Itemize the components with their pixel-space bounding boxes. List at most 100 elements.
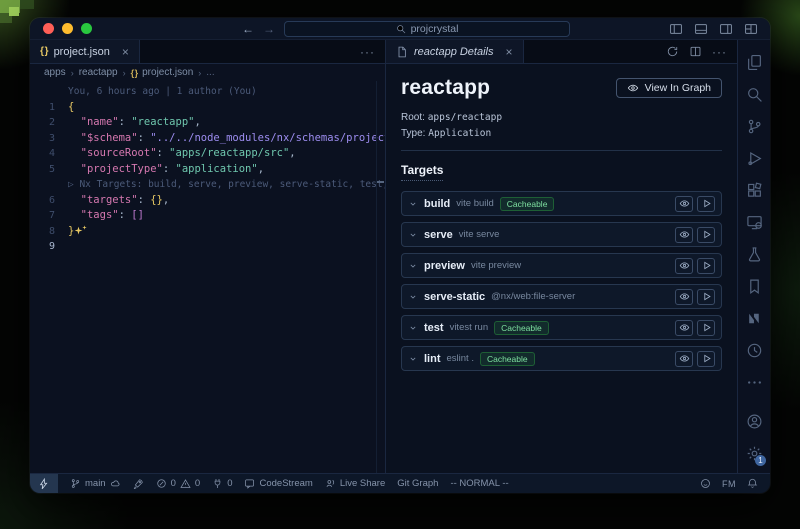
code-line: 9: [30, 239, 385, 255]
code-token: :: [163, 163, 176, 175]
target-card-preview[interactable]: previewvite preview: [401, 253, 722, 278]
more-icon[interactable]: [742, 366, 766, 398]
show-target-config-button[interactable]: [675, 258, 693, 274]
toggle-panel-icon[interactable]: [694, 22, 708, 36]
live-share-status[interactable]: Live Share: [325, 478, 385, 489]
history-icon[interactable]: [742, 334, 766, 366]
sparkle-icon: [74, 225, 87, 237]
bell-icon: [747, 478, 758, 489]
command-center-search[interactable]: projcrystal: [284, 21, 570, 37]
target-card-test[interactable]: testvitest runCacheable: [401, 315, 722, 340]
project-root-line: Root: apps/reactapp: [401, 110, 722, 126]
run-target-button[interactable]: [697, 351, 715, 367]
cacheable-badge: Cacheable: [500, 197, 555, 211]
target-command: @nx/web:file-server: [491, 291, 575, 302]
split-editor-icon[interactable]: [689, 45, 702, 58]
code-token: []: [131, 209, 144, 221]
code-token: "$schema": [81, 132, 138, 144]
remote-explorer-icon[interactable]: [742, 206, 766, 238]
nx-console-icon[interactable]: [742, 302, 766, 334]
codestream-status[interactable]: CodeStream: [244, 478, 312, 489]
close-tab-icon[interactable]: ×: [506, 46, 513, 58]
breadcrumb-item-project-json[interactable]: project.json: [142, 67, 193, 78]
cacheable-badge: Cacheable: [494, 321, 549, 335]
fm-status[interactable]: FM: [722, 479, 736, 489]
breadcrumb-item-reactapp[interactable]: reactapp: [79, 67, 118, 78]
refresh-icon[interactable]: [666, 45, 679, 58]
testing-icon[interactable]: [742, 238, 766, 270]
minimize-window-button[interactable]: [62, 23, 73, 34]
git-branch-status[interactable]: main: [70, 478, 121, 489]
problems-status[interactable]: 0 0: [156, 478, 201, 489]
show-target-config-button[interactable]: [675, 227, 693, 243]
rocket-status[interactable]: [133, 478, 144, 489]
run-target-button[interactable]: [697, 196, 715, 212]
toggle-sidebar-right-icon[interactable]: [719, 22, 733, 36]
breadcrumb-item--[interactable]: ...: [206, 67, 214, 78]
extensions-icon[interactable]: [742, 174, 766, 206]
target-card-serve[interactable]: servevite serve: [401, 222, 722, 247]
run-target-button[interactable]: [697, 320, 715, 336]
files-icon[interactable]: [742, 46, 766, 78]
source-control-icon[interactable]: [742, 110, 766, 142]
run-debug-icon[interactable]: [742, 142, 766, 174]
code-token: "application": [176, 163, 258, 175]
target-name: preview: [424, 260, 465, 272]
live-share-icon: [325, 478, 336, 489]
target-command: vite build: [456, 198, 494, 209]
feedback-status[interactable]: [700, 478, 711, 489]
ports-status[interactable]: 0: [212, 478, 232, 489]
plug-icon: [212, 478, 223, 489]
notifications-status[interactable]: [747, 478, 758, 489]
cacheable-badge: Cacheable: [480, 352, 535, 366]
target-card-lint[interactable]: linteslint .Cacheable: [401, 346, 722, 371]
toggle-sidebar-left-icon[interactable]: [669, 22, 683, 36]
code-token: [68, 147, 81, 159]
navigate-back-button[interactable]: ←: [242, 23, 254, 35]
account-icon[interactable]: [742, 405, 766, 437]
target-card-serve-static[interactable]: serve-static @nx/web:file-server: [401, 284, 722, 309]
run-target-button[interactable]: [697, 289, 715, 305]
run-target-button[interactable]: [697, 227, 715, 243]
show-target-config-button[interactable]: [675, 320, 693, 336]
show-target-config-button[interactable]: [675, 289, 693, 305]
view-in-graph-button[interactable]: View In Graph: [616, 78, 722, 98]
show-target-config-button[interactable]: [675, 196, 693, 212]
search-icon[interactable]: [742, 78, 766, 110]
activity-bar-bottom: 1: [742, 405, 766, 469]
minimap[interactable]: [376, 81, 385, 473]
close-window-button[interactable]: [43, 23, 54, 34]
target-card-build[interactable]: buildvite buildCacheable: [401, 191, 722, 216]
target-command: vitest run: [450, 322, 489, 333]
show-target-config-button[interactable]: [675, 351, 693, 367]
chevron-down-icon[interactable]: [408, 354, 418, 364]
more-editor-actions-icon[interactable]: ···: [360, 46, 375, 58]
chevron-down-icon[interactable]: [408, 292, 418, 302]
breadcrumb-item-apps[interactable]: apps: [44, 67, 66, 78]
chevron-down-icon[interactable]: [408, 199, 418, 209]
vscode-window: ← → projcrystal { } project.json ×: [30, 18, 770, 493]
bookmarks-icon[interactable]: [742, 270, 766, 302]
close-tab-icon[interactable]: ×: [122, 46, 129, 58]
chevron-down-icon[interactable]: [408, 261, 418, 271]
tab-project-json[interactable]: { } project.json ×: [30, 40, 140, 63]
target-name: serve-static: [424, 291, 485, 303]
code-editor[interactable]: You, 6 hours ago | 1 author (You)1{2 "na…: [30, 81, 385, 473]
chevron-down-icon[interactable]: [408, 230, 418, 240]
cloud-sync-icon: [110, 478, 121, 489]
chevron-down-icon[interactable]: [408, 323, 418, 333]
code-line: 8}: [30, 224, 385, 240]
more-actions-icon[interactable]: ···: [712, 46, 727, 58]
run-target-button[interactable]: [697, 258, 715, 274]
panel-tab-bar: reactapp Details × ···: [386, 40, 737, 64]
vim-mode-status[interactable]: -- NORMAL --: [450, 478, 508, 489]
remote-indicator[interactable]: [30, 474, 58, 493]
navigate-forward-button[interactable]: →: [263, 23, 275, 35]
maximize-window-button[interactable]: [81, 23, 92, 34]
project-type-line: Type: Application: [401, 126, 722, 142]
settings-icon[interactable]: 1: [742, 437, 766, 469]
line-number: [30, 84, 68, 100]
tab-reactapp-details[interactable]: reactapp Details ×: [386, 40, 524, 63]
git-graph-status[interactable]: Git Graph: [397, 478, 438, 489]
customize-layout-icon[interactable]: [744, 22, 758, 36]
